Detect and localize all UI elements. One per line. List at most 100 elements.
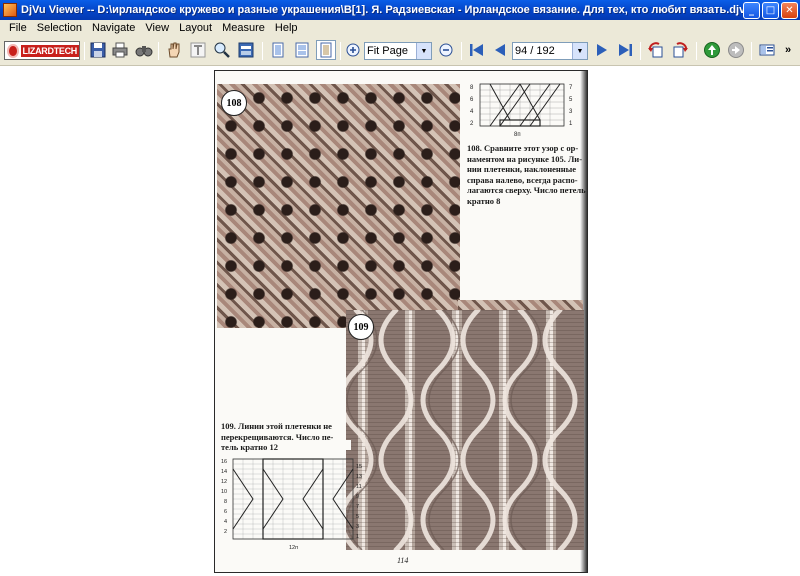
rotate-left-button[interactable] xyxy=(646,40,666,60)
chart-row-label: 15 xyxy=(356,464,362,470)
knit-photo-108 xyxy=(217,84,460,328)
chart-row-label: 16 xyxy=(221,459,227,465)
chart-row-label: 13 xyxy=(356,474,362,480)
next-page-button[interactable] xyxy=(592,40,612,60)
chart-row-label: 4 xyxy=(224,519,227,525)
menu-measure[interactable]: Measure xyxy=(217,22,270,34)
caption-line: тель кратно 12 xyxy=(221,442,278,452)
zoom-in-icon xyxy=(346,43,360,57)
previous-page-icon xyxy=(495,44,505,56)
menu-view[interactable]: View xyxy=(140,22,174,34)
caption-line: 109. Линии этой плетенки не xyxy=(221,421,332,431)
menu-file[interactable]: File xyxy=(4,22,32,34)
caption-line: нии плетенки, наклоненные xyxy=(467,164,577,174)
chart-row-label: 1 xyxy=(356,534,359,540)
fit-page-button[interactable] xyxy=(316,40,336,60)
chart-repeat-label: 8п xyxy=(514,132,521,138)
toolbar-separator xyxy=(84,42,85,60)
menu-layout[interactable]: Layout xyxy=(174,22,217,34)
chart-row-label: 3 xyxy=(569,109,573,115)
logo-text: LIZARDTECH xyxy=(20,44,79,57)
hand-icon xyxy=(168,42,180,58)
zoom-select[interactable]: Fit Page ▼ xyxy=(364,42,432,60)
page-cutout xyxy=(346,440,351,450)
caption-line: 108. Сравните этот узор с ор- xyxy=(467,143,579,153)
thumbnails-icon xyxy=(759,44,775,56)
knitting-chart-109: 16 14 12 10 8 6 4 2 15 13 11 9 7 5 3 1 1… xyxy=(221,458,362,551)
single-page-button[interactable] xyxy=(268,40,288,60)
page-select[interactable]: 94 / 192 ▼ xyxy=(512,42,588,60)
caption-line: кратно 8 xyxy=(467,195,501,206)
chart-row-label: 6 xyxy=(224,509,227,515)
pattern-109-caption: 109. Линии этой плетенки не перекрещиваю… xyxy=(221,421,346,453)
fit-page-icon xyxy=(320,42,332,58)
caption-line: наментом на рисунке 105. Ли- xyxy=(467,153,583,164)
toolbar-separator xyxy=(696,42,697,60)
chart-row-label: 5 xyxy=(569,97,573,103)
chart-row-label: 8 xyxy=(224,499,227,505)
zoom-select-value: Fit Page xyxy=(367,45,408,57)
continuous-page-button[interactable] xyxy=(292,40,312,60)
rotate-right-button[interactable] xyxy=(670,40,690,60)
chart-row-label: 3 xyxy=(356,524,359,530)
chevron-down-icon[interactable]: ▼ xyxy=(416,43,431,59)
title-bar: DjVu Viewer -- D:\ирландское кружево и р… xyxy=(0,0,800,20)
menu-selection[interactable]: Selection xyxy=(32,22,87,34)
chart-row-label: 5 xyxy=(356,514,359,520)
toolbar-separator xyxy=(461,42,462,60)
thumbnails-button[interactable] xyxy=(757,40,777,60)
snapshot-button[interactable] xyxy=(236,40,256,60)
pattern-number-badge: 108 xyxy=(221,90,247,116)
last-page-button[interactable] xyxy=(615,40,635,60)
save-button[interactable] xyxy=(88,40,108,60)
magnifier-icon xyxy=(214,42,230,58)
toolbar-separator xyxy=(262,42,263,60)
menu-navigate[interactable]: Navigate xyxy=(87,22,140,34)
chart-row-label: 2 xyxy=(224,529,227,535)
chart-row-label: 4 xyxy=(470,109,474,115)
lizardtech-logo-icon xyxy=(7,43,19,58)
toolbar-overflow-button[interactable]: » xyxy=(780,40,796,60)
chart-row-label: 9 xyxy=(356,494,359,500)
maximize-button[interactable]: □ xyxy=(762,1,779,19)
find-button[interactable] xyxy=(134,40,154,60)
chart-row-label: 10 xyxy=(221,489,227,495)
chart-row-label: 1 xyxy=(569,121,573,127)
go-forward-button[interactable] xyxy=(726,40,746,60)
menu-help[interactable]: Help xyxy=(270,22,303,34)
toolbar-separator xyxy=(340,42,341,60)
chart-row-label: 6 xyxy=(470,97,474,103)
chart-repeat-label: 12п xyxy=(289,545,298,551)
djvu-app-icon xyxy=(3,3,17,17)
chart-row-label: 11 xyxy=(356,484,362,490)
zoom-out-button[interactable] xyxy=(436,40,456,60)
first-page-button[interactable] xyxy=(467,40,487,60)
caption-line: лагаются сверху. Число петель xyxy=(467,185,586,195)
page-select-value: 94 / 192 xyxy=(515,45,555,57)
pattern-108-caption: 108. Сравните этот узор с ор- наментом н… xyxy=(467,143,587,206)
previous-page-button[interactable] xyxy=(490,40,510,60)
chart-row-label: 12 xyxy=(221,479,227,485)
zoom-tool-button[interactable] xyxy=(212,40,232,60)
floppy-disk-icon xyxy=(90,42,106,58)
chart-row-label: 2 xyxy=(470,121,474,127)
chart-row-label: 8 xyxy=(470,85,474,91)
chevron-down-icon[interactable]: ▼ xyxy=(572,43,587,59)
forward-arrow-icon xyxy=(728,42,744,58)
continuous-page-icon xyxy=(295,42,309,58)
toolbar-separator xyxy=(751,42,752,60)
zoom-in-button[interactable] xyxy=(343,40,363,60)
go-back-button[interactable] xyxy=(702,40,722,60)
print-button[interactable] xyxy=(110,40,130,60)
text-select-button[interactable] xyxy=(188,40,208,60)
close-button[interactable]: ✕ xyxy=(781,1,798,19)
next-page-icon xyxy=(597,44,607,56)
minimize-button[interactable]: _ xyxy=(743,1,760,19)
printer-icon xyxy=(112,42,128,58)
page-number: 114 xyxy=(397,556,409,565)
chart-row-label: 7 xyxy=(569,85,573,91)
hand-tool-button[interactable] xyxy=(164,40,184,60)
zoom-out-icon xyxy=(439,43,453,57)
chart-row-label: 14 xyxy=(221,469,227,475)
lizardtech-logo[interactable]: LIZARDTECH xyxy=(4,41,80,60)
